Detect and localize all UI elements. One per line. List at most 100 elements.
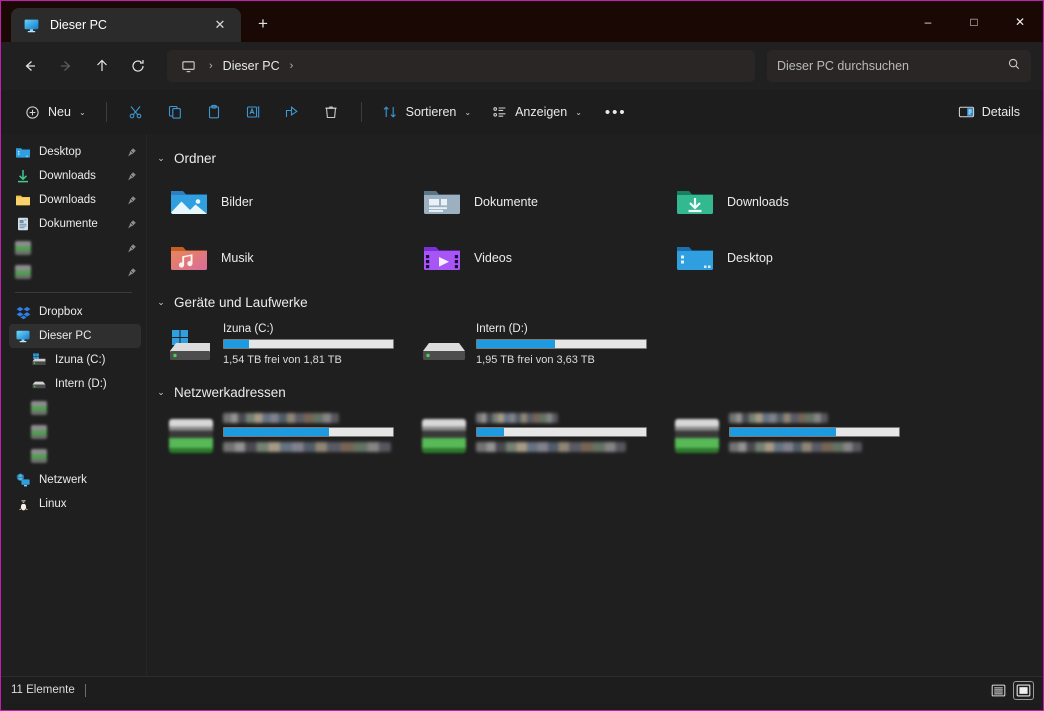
search-icon[interactable] bbox=[1007, 57, 1021, 76]
sort-button[interactable]: Sortieren ⌄ bbox=[373, 96, 480, 128]
chevron-down-icon[interactable]: ⌄ bbox=[155, 153, 167, 164]
sidebar-item-dieser-pc[interactable]: Dieser PC bbox=[9, 324, 141, 348]
new-button[interactable]: Neu ⌄ bbox=[15, 96, 95, 128]
chevron-down-icon: ⌄ bbox=[78, 107, 86, 117]
search-input[interactable] bbox=[777, 59, 1007, 73]
back-button[interactable] bbox=[13, 50, 47, 82]
rename-icon bbox=[245, 104, 262, 121]
drive-icon bbox=[422, 330, 466, 364]
folder-tile-musik[interactable]: Musik bbox=[155, 230, 408, 286]
group-header-drives[interactable]: ⌄ Geräte und Laufwerke bbox=[155, 290, 1043, 314]
sidebar-item-network-redacted-2[interactable] bbox=[9, 420, 141, 444]
videos-folder-icon bbox=[422, 238, 462, 278]
sidebar-divider bbox=[15, 292, 132, 293]
more-options-button[interactable]: ••• bbox=[593, 96, 639, 128]
pin-icon[interactable] bbox=[125, 267, 137, 278]
file-list-pane[interactable]: ⌄ Ordner Bilder Dokumente Downloads Musi… bbox=[147, 134, 1043, 676]
folder-tile-bilder[interactable]: Bilder bbox=[155, 174, 408, 230]
network-drive-tile-3[interactable] bbox=[661, 408, 914, 466]
folders-grid: Bilder Dokumente Downloads Musik Videos … bbox=[155, 174, 1043, 286]
chevron-down-icon[interactable]: ⌄ bbox=[155, 297, 167, 308]
sidebar-item-downloads-onedrive[interactable]: Downloads bbox=[9, 164, 141, 188]
music-folder-icon bbox=[169, 238, 209, 278]
drive-meta bbox=[476, 413, 661, 452]
sidebar-item-dropbox[interactable]: Dropbox bbox=[9, 300, 141, 324]
file-explorer-window: Dieser PC ✕ + – □ ✕ › Dieser PC › Dieser… bbox=[0, 0, 1044, 711]
tiles-view-button[interactable] bbox=[1013, 680, 1034, 700]
sidebar-item-redacted-1[interactable] bbox=[9, 236, 141, 260]
search-box[interactable] bbox=[767, 50, 1031, 82]
title-bar: Dieser PC ✕ + – □ ✕ bbox=[1, 1, 1043, 42]
network-drive-name-redacted bbox=[476, 413, 559, 423]
tab-dieser-pc[interactable]: Dieser PC ✕ bbox=[11, 8, 241, 42]
sidebar-item-label: Izuna (C:) bbox=[55, 354, 106, 366]
network-drive-icon bbox=[675, 419, 719, 453]
sort-icon bbox=[382, 104, 399, 121]
sidebar-item-downloads-folder[interactable]: Downloads bbox=[9, 188, 141, 212]
view-toggle-group bbox=[989, 680, 1034, 700]
delete-button[interactable] bbox=[313, 96, 350, 128]
chevron-down-icon: ⌄ bbox=[464, 107, 472, 117]
folder-tile-desktop[interactable]: Desktop bbox=[661, 230, 914, 286]
copy-button[interactable] bbox=[157, 96, 194, 128]
breadcrumb-item-dieser-pc[interactable]: Dieser PC bbox=[223, 59, 280, 73]
details-pane-button[interactable]: Details bbox=[949, 96, 1029, 128]
view-button[interactable]: Anzeigen ⌄ bbox=[482, 96, 591, 128]
drive-usage-bar bbox=[476, 339, 647, 349]
sidebar-item-desktop[interactable]: Desktop bbox=[9, 140, 141, 164]
up-button[interactable] bbox=[85, 50, 119, 82]
chevron-down-icon: ⌄ bbox=[575, 107, 582, 117]
network-drive-tile-2[interactable] bbox=[408, 408, 661, 466]
sidebar-item-label: Desktop bbox=[39, 146, 82, 158]
paste-button[interactable] bbox=[196, 96, 233, 128]
pin-icon[interactable] bbox=[125, 219, 137, 230]
navigation-pane[interactable]: Desktop Downloads Downloads Dokumente Dr… bbox=[1, 134, 147, 676]
pin-icon[interactable] bbox=[125, 243, 137, 254]
drive-tile-izuna-c[interactable]: Izuna (C:) 1,54 TB frei von 1,81 TB bbox=[155, 318, 408, 376]
drive-usage-fill bbox=[224, 340, 250, 348]
folder-tile-dokumente[interactable]: Dokumente bbox=[408, 174, 661, 230]
drive-capacity-text: 1,95 TB frei von 3,63 TB bbox=[476, 354, 595, 366]
view-button-label: Anzeigen bbox=[515, 105, 568, 119]
folder-tile-videos[interactable]: Videos bbox=[408, 230, 661, 286]
close-tab-icon[interactable]: ✕ bbox=[209, 14, 231, 36]
group-header-network[interactable]: ⌄ Netzwerkadressen bbox=[155, 380, 1043, 404]
scissors-icon bbox=[128, 104, 145, 121]
address-bar[interactable]: › Dieser PC › bbox=[167, 50, 755, 82]
toolbar-separator-2 bbox=[360, 102, 362, 122]
pin-icon[interactable] bbox=[125, 147, 137, 158]
refresh-button[interactable] bbox=[121, 50, 155, 82]
cut-button[interactable] bbox=[118, 96, 155, 128]
minimize-button[interactable]: – bbox=[905, 1, 951, 42]
monitor-icon bbox=[177, 59, 199, 74]
new-tab-button[interactable]: + bbox=[247, 8, 279, 40]
sidebar-item-netzwerk[interactable]: Netzwerk bbox=[9, 468, 141, 492]
network-drive-tile-1[interactable] bbox=[155, 408, 408, 466]
pin-icon[interactable] bbox=[125, 171, 137, 182]
breadcrumb-separator-trailing[interactable]: › bbox=[284, 60, 300, 72]
share-button[interactable] bbox=[274, 96, 311, 128]
close-window-button[interactable]: ✕ bbox=[997, 1, 1043, 42]
sidebar-item-network-redacted-1[interactable] bbox=[9, 396, 141, 420]
sidebar-item-izuna-c[interactable]: Izuna (C:) bbox=[9, 348, 141, 372]
sidebar-item-intern-d[interactable]: Intern (D:) bbox=[9, 372, 141, 396]
command-bar: Neu ⌄ Sortieren ⌄ Anzeigen ⌄ ••• Details bbox=[1, 90, 1043, 134]
drive-tile-intern-d[interactable]: Intern (D:) 1,95 TB frei von 3,63 TB bbox=[408, 318, 661, 376]
this-pc-icon bbox=[23, 17, 40, 34]
drive-usage-fill bbox=[730, 428, 837, 436]
rename-button[interactable] bbox=[235, 96, 272, 128]
sidebar-item-dokumente[interactable]: Dokumente bbox=[9, 212, 141, 236]
forward-button[interactable] bbox=[49, 50, 83, 82]
sidebar-item-linux[interactable]: Linux bbox=[9, 492, 141, 516]
group-header-folders[interactable]: ⌄ Ordner bbox=[155, 146, 1043, 170]
blurred-network-icon bbox=[31, 400, 47, 416]
folder-tile-downloads[interactable]: Downloads bbox=[661, 174, 914, 230]
maximize-button[interactable]: □ bbox=[951, 1, 997, 42]
view-list-icon bbox=[491, 104, 508, 121]
sidebar-item-redacted-2[interactable] bbox=[9, 260, 141, 284]
pin-icon[interactable] bbox=[125, 195, 137, 206]
chevron-down-icon[interactable]: ⌄ bbox=[155, 387, 167, 398]
sidebar-item-network-redacted-3[interactable] bbox=[9, 444, 141, 468]
list-view-button[interactable] bbox=[989, 682, 1008, 699]
sidebar-item-label: Dieser PC bbox=[39, 330, 92, 342]
